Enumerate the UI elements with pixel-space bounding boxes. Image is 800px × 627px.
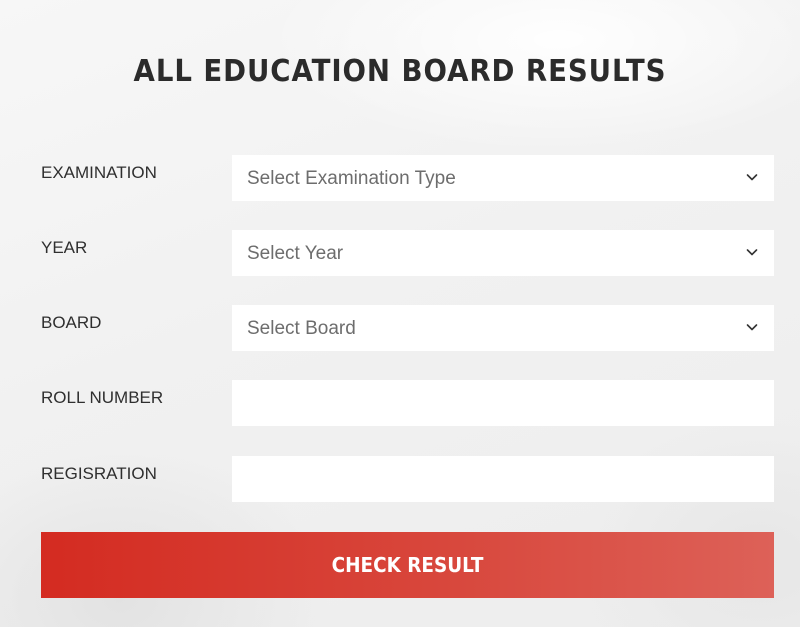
board-select[interactable]: Select Board xyxy=(232,305,774,351)
year-row: YEAR Select Year xyxy=(41,230,774,276)
registration-input[interactable] xyxy=(232,456,774,502)
year-label: YEAR xyxy=(41,238,88,257)
board-select-value: Select Board xyxy=(247,318,356,339)
registration-label: REGISRATION xyxy=(41,464,157,483)
registration-field-wrapper xyxy=(232,456,774,502)
chevron-down-icon xyxy=(746,324,758,331)
page-title: ALL EDUCATION BOARD RESULTS xyxy=(133,54,667,89)
examination-row: EXAMINATION Select Examination Type xyxy=(41,155,774,201)
chevron-down-icon xyxy=(746,174,758,181)
roll-number-input[interactable] xyxy=(232,380,774,426)
check-result-label: CHECK RESULT xyxy=(331,553,484,577)
year-select[interactable]: Select Year xyxy=(232,230,774,276)
examination-label: EXAMINATION xyxy=(41,163,157,182)
year-select-value: Select Year xyxy=(247,243,344,264)
examination-select[interactable]: Select Examination Type xyxy=(232,155,774,201)
roll-number-row: ROLL NUMBER xyxy=(41,380,774,426)
board-label: BOARD xyxy=(41,313,102,332)
board-row: BOARD Select Board xyxy=(41,305,774,351)
check-result-button[interactable]: CHECK RESULT xyxy=(41,532,774,598)
registration-row: REGISRATION xyxy=(41,456,774,502)
examination-select-value: Select Examination Type xyxy=(247,168,456,189)
chevron-down-icon xyxy=(746,249,758,256)
result-form-container: ALL EDUCATION BOARD RESULTS EXAMINATION … xyxy=(0,0,800,627)
roll-number-field-wrapper xyxy=(232,380,774,426)
roll-number-label: ROLL NUMBER xyxy=(41,388,164,407)
